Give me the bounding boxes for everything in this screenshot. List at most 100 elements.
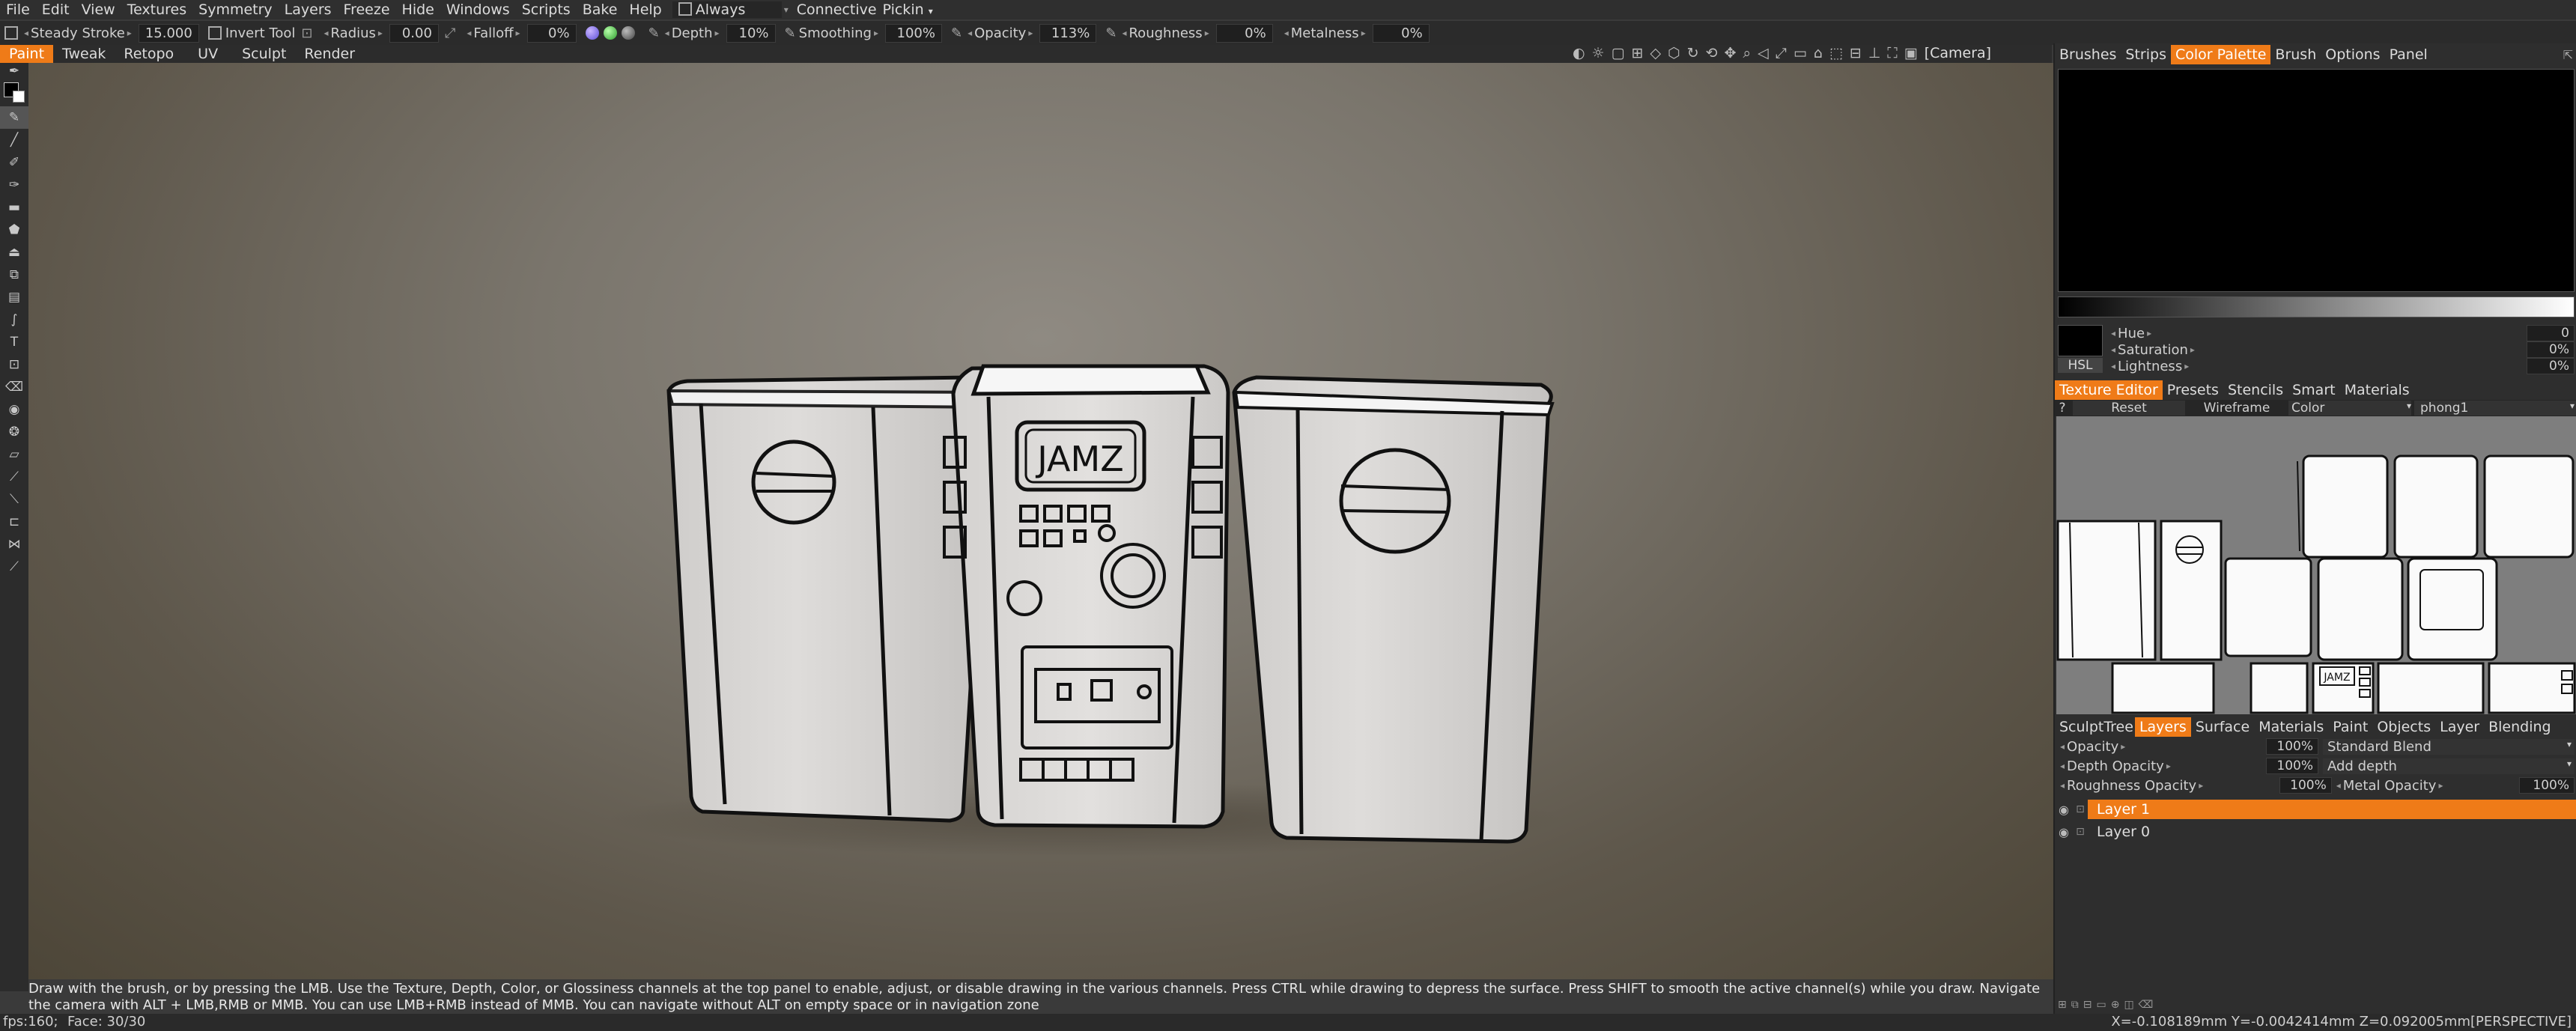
airbrush-tool-icon[interactable]: ✐ xyxy=(0,151,28,174)
roughness-value-field[interactable]: 0% xyxy=(1215,23,1273,43)
delete-layer-icon[interactable]: ⌫ xyxy=(2139,999,2154,1011)
room-tab-tweak[interactable]: Tweak xyxy=(53,45,115,63)
lightness-value[interactable]: 0% xyxy=(2527,358,2575,374)
stroke-value-field[interactable]: 15.000 xyxy=(138,23,199,43)
layer-row[interactable]: ◉ ⊡ Layer 1 xyxy=(2055,800,2576,819)
tab-paint[interactable]: Paint xyxy=(2328,717,2372,737)
tab-materials[interactable]: Materials xyxy=(2340,380,2414,400)
frame-icon[interactable]: ▢ xyxy=(1611,45,1625,61)
reset-button[interactable]: Reset xyxy=(2073,401,2185,416)
lock-icon[interactable]: ⊡ xyxy=(2073,803,2088,815)
menu-symmetry[interactable]: Symmetry xyxy=(192,1,279,18)
smudge-tool-icon[interactable]: ✑ xyxy=(0,174,28,196)
pen-icon[interactable]: ✎ xyxy=(648,25,660,41)
tab-smart[interactable]: Smart xyxy=(2288,380,2339,400)
pen-tool-icon[interactable]: ✒ xyxy=(0,63,28,79)
current-color-swatch[interactable] xyxy=(2058,325,2103,356)
rotate-icon[interactable]: ↻ xyxy=(1687,45,1699,61)
measure-tool-icon[interactable]: ⟋ xyxy=(0,556,28,578)
room-tab-paint[interactable]: Paint xyxy=(0,45,54,63)
link-icon[interactable]: ⊕ xyxy=(2111,999,2120,1011)
blend-mode-dropdown[interactable]: Standard Blend ▾ xyxy=(2323,738,2575,755)
link-icon[interactable]: ⤢ xyxy=(445,25,455,41)
green-sphere-icon[interactable] xyxy=(603,26,617,40)
layer-name[interactable]: Layer 0 xyxy=(2088,824,2576,840)
left-speaker[interactable] xyxy=(666,375,991,823)
cube-icon[interactable]: ⬚ xyxy=(1829,45,1843,61)
lightness-row[interactable]: ◂ Lightness ▸ 0% xyxy=(2109,358,2575,374)
menu-edit[interactable]: Edit xyxy=(36,1,76,18)
depth-value-field[interactable]: 10% xyxy=(726,23,776,43)
layer-name[interactable]: Layer 1 xyxy=(2088,800,2576,819)
shader-icon[interactable]: ◇ xyxy=(1650,45,1662,61)
tab-layer[interactable]: Layer xyxy=(2435,717,2484,737)
mask-icon[interactable]: ◫ xyxy=(2124,999,2133,1011)
grid-icon[interactable]: ⊞ xyxy=(1632,45,1644,61)
pen-icon[interactable]: ✎ xyxy=(1105,25,1117,41)
clone-tool-icon[interactable]: ⧉ xyxy=(0,264,28,286)
menu-view[interactable]: View xyxy=(76,1,121,18)
steady-stroke-checkbox[interactable] xyxy=(4,26,18,40)
chevron-down-icon[interactable]: ▾ xyxy=(784,4,789,15)
color-sphere-icon[interactable] xyxy=(585,26,599,40)
tab-texture[interactable]: Texture xyxy=(2055,380,2114,400)
depth-control[interactable]: ✎ ◂ Depth ▸ 10% xyxy=(648,23,776,43)
gray-sphere-icon[interactable] xyxy=(621,26,635,40)
eye-icon[interactable]: ◉ xyxy=(0,398,28,421)
camera-label[interactable]: [Camera] xyxy=(1925,45,1991,61)
hue-value[interactable]: 0 xyxy=(2527,325,2575,341)
text-tool-icon[interactable]: T xyxy=(0,331,28,353)
collapse-icon[interactable]: ⇱ xyxy=(2563,48,2573,62)
new-layer-icon[interactable]: ⊞ xyxy=(2058,999,2067,1011)
contrast-icon[interactable]: ◐ xyxy=(1573,45,1585,61)
material-dropdown[interactable]: phong1 ▾ xyxy=(2414,401,2576,416)
orbit-icon[interactable]: ⟲ xyxy=(1706,45,1718,61)
menu-scripts[interactable]: Scripts xyxy=(516,1,577,18)
tab-objects[interactable]: Objects xyxy=(2372,717,2435,737)
steady-stroke-toggle[interactable]: ◂ Steady Stroke ▸ 15.000 xyxy=(4,23,199,43)
light-icon[interactable]: ☼ xyxy=(1592,45,1605,61)
uv-texture-preview[interactable]: JAMZ xyxy=(2056,416,2576,714)
screen-icon[interactable]: ▭ xyxy=(1793,45,1807,61)
hsl-mode-button[interactable]: HSL xyxy=(2058,358,2103,373)
picker-tool-icon[interactable]: ⟋ xyxy=(0,466,28,488)
roughness-control[interactable]: ✎ ◂ Roughness ▸ 0% xyxy=(1105,23,1273,43)
spray-tool-icon[interactable]: ⬟ xyxy=(0,219,28,241)
menu-file[interactable]: File xyxy=(0,1,36,18)
lock-icon[interactable]: ⊡ xyxy=(2073,826,2088,838)
center-unit[interactable]: JAMZ xyxy=(943,364,1230,829)
always-dropdown[interactable]: Always xyxy=(672,1,782,18)
tab-presets[interactable]: Presets xyxy=(2163,380,2223,400)
falloff-value-field[interactable]: 0% xyxy=(526,23,577,43)
fullscreen-icon[interactable]: ⛶ xyxy=(1887,45,1897,61)
channel-dropdown[interactable]: Color ▾ xyxy=(2288,401,2411,416)
camera-icon[interactable]: ▣ xyxy=(1904,45,1918,61)
fit-icon[interactable]: ⤢ xyxy=(1775,45,1787,61)
menu-bake[interactable]: Bake xyxy=(577,1,624,18)
stamp-tool-icon[interactable]: ⏏ xyxy=(0,241,28,264)
depth-opacity-value[interactable]: 100% xyxy=(2266,758,2318,774)
eraser-tool-icon[interactable]: ⌫ xyxy=(0,376,28,398)
tab-brush[interactable]: Brush xyxy=(2270,45,2321,64)
material-tool-icon[interactable]: ❂ xyxy=(0,421,28,443)
brush-tool-icon[interactable]: ✎ xyxy=(0,106,28,129)
right-speaker[interactable] xyxy=(1232,375,1555,844)
room-tab-sculpt[interactable]: Sculpt xyxy=(233,45,295,63)
ortho-icon[interactable]: ⊟ xyxy=(1850,45,1862,61)
room-tab-uv[interactable]: UV xyxy=(183,45,233,63)
merge-layer-icon[interactable]: ⊟ xyxy=(2083,999,2092,1011)
smoothing-value-field[interactable]: 100% xyxy=(884,23,942,43)
saturation-value[interactable]: 0% xyxy=(2527,341,2575,358)
pen-icon[interactable]: ✎ xyxy=(785,25,796,41)
lightness-gradient-bar[interactable] xyxy=(2058,296,2575,317)
opacity-value-field[interactable]: 113% xyxy=(1039,23,1097,43)
tab-materials-list[interactable]: Materials xyxy=(2254,717,2328,737)
tab-stencils[interactable]: Stencils xyxy=(2223,380,2288,400)
fill-tool-icon[interactable]: ▬ xyxy=(0,196,28,219)
smoothing-control[interactable]: ✎ Smoothing ▸ 100% xyxy=(785,23,942,43)
eye-icon[interactable]: ◉ xyxy=(2055,803,2073,817)
help-button[interactable]: ? xyxy=(2055,401,2070,416)
room-tab-retopo[interactable]: Retopo xyxy=(115,45,183,63)
menu-hide[interactable]: Hide xyxy=(396,1,440,18)
tab-palette[interactable]: Palette xyxy=(2214,45,2271,64)
